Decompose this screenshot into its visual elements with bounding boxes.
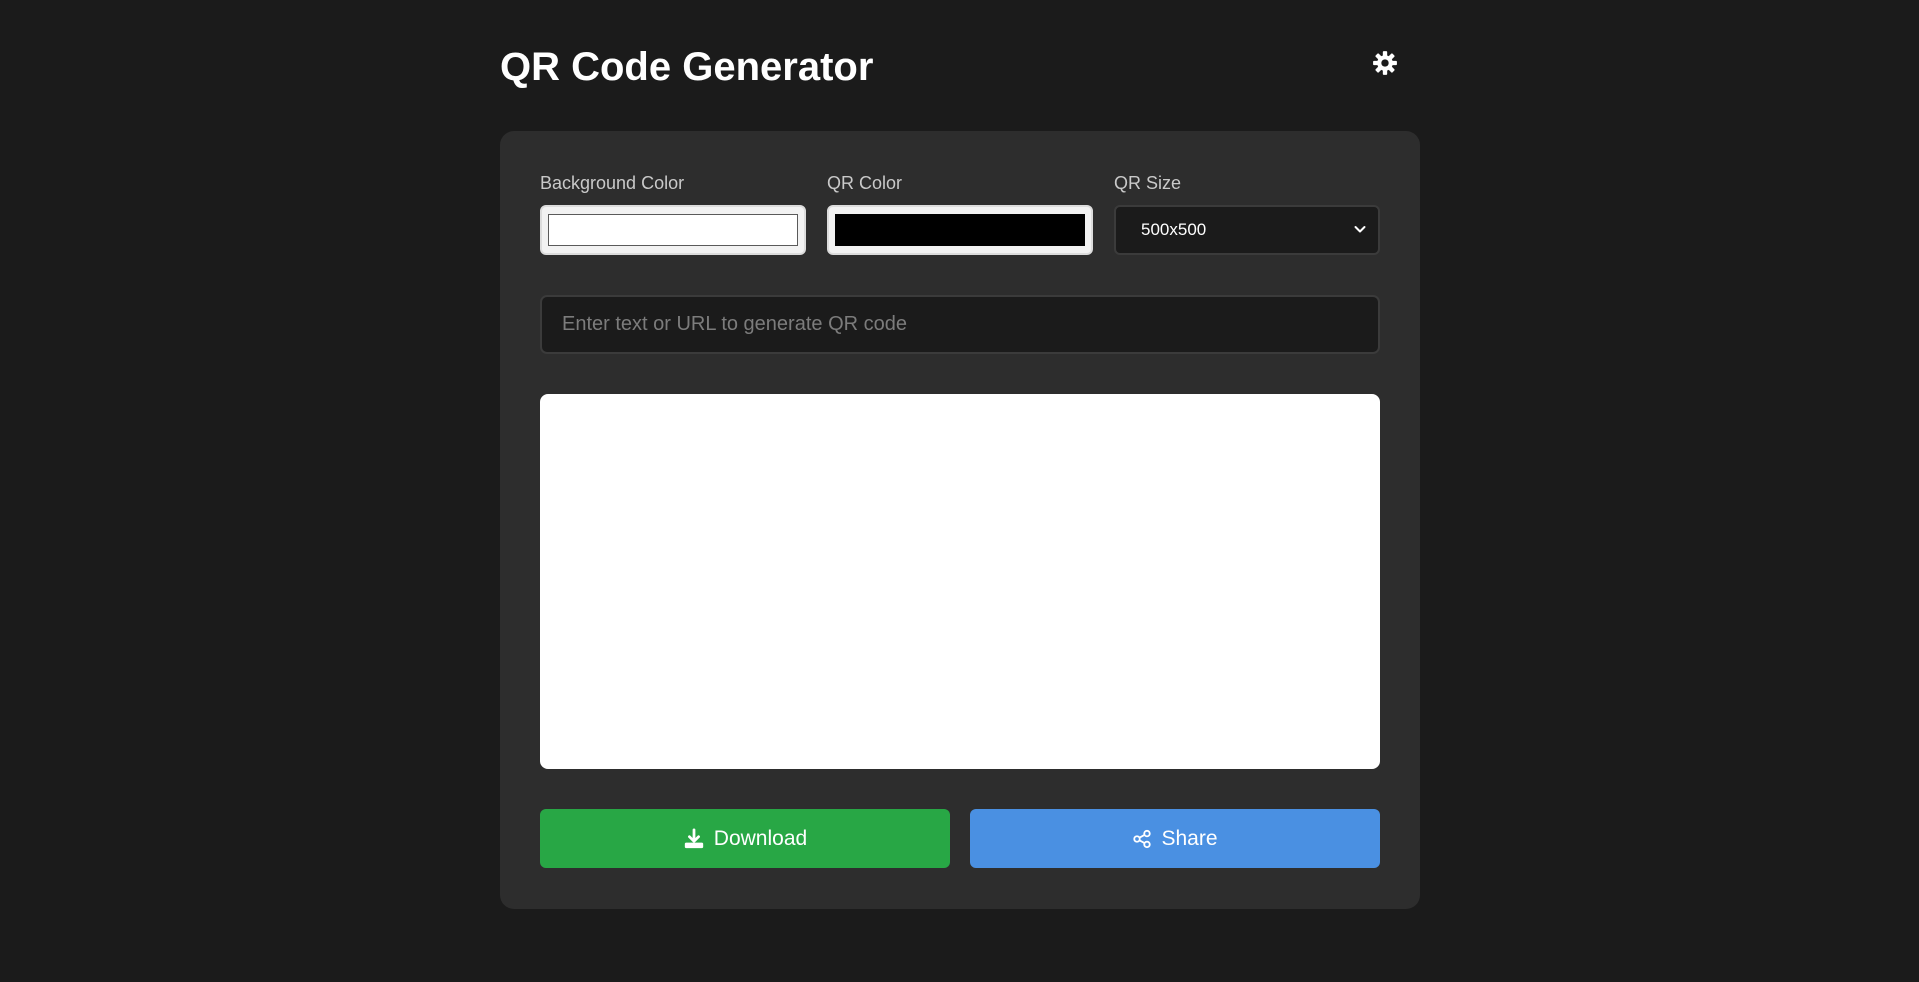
background-color-control: Background Color [540,171,806,255]
background-color-picker[interactable] [540,205,806,255]
share-icon [1132,829,1152,849]
background-color-fill [548,214,798,246]
header: QR Code Generator [500,0,1420,131]
page-title: QR Code Generator [500,45,874,89]
qr-color-label: QR Color [827,173,903,193]
theme-toggle-button[interactable] [1370,48,1400,78]
share-button[interactable]: Share [970,809,1380,868]
qr-color-fill [835,214,1085,246]
qr-color-picker[interactable] [827,205,1093,255]
controls-row: Background Color QR Color QR Size 500x50… [540,171,1380,255]
chevron-down-icon [1354,226,1366,233]
qr-text-input[interactable] [540,295,1380,354]
qr-size-label: QR Size [1114,173,1182,193]
qr-size-select[interactable]: 500x500 [1114,205,1380,255]
download-button[interactable]: Download [540,809,950,868]
qr-size-control: QR Size 500x500 [1114,171,1380,255]
qr-color-control: QR Color [827,171,1093,255]
generator-card: Background Color QR Color QR Size 500x50… [500,131,1420,909]
app-container: QR Code Generator Background Color QR Co… [500,0,1420,909]
gear-icon [1373,51,1397,75]
download-label: Download [713,826,808,850]
download-icon [683,827,705,850]
qr-size-selected-value: 500x500 [1141,220,1207,239]
qr-code-preview [540,394,1380,769]
background-color-label: Background Color [540,173,685,193]
share-label: Share [1161,826,1218,850]
